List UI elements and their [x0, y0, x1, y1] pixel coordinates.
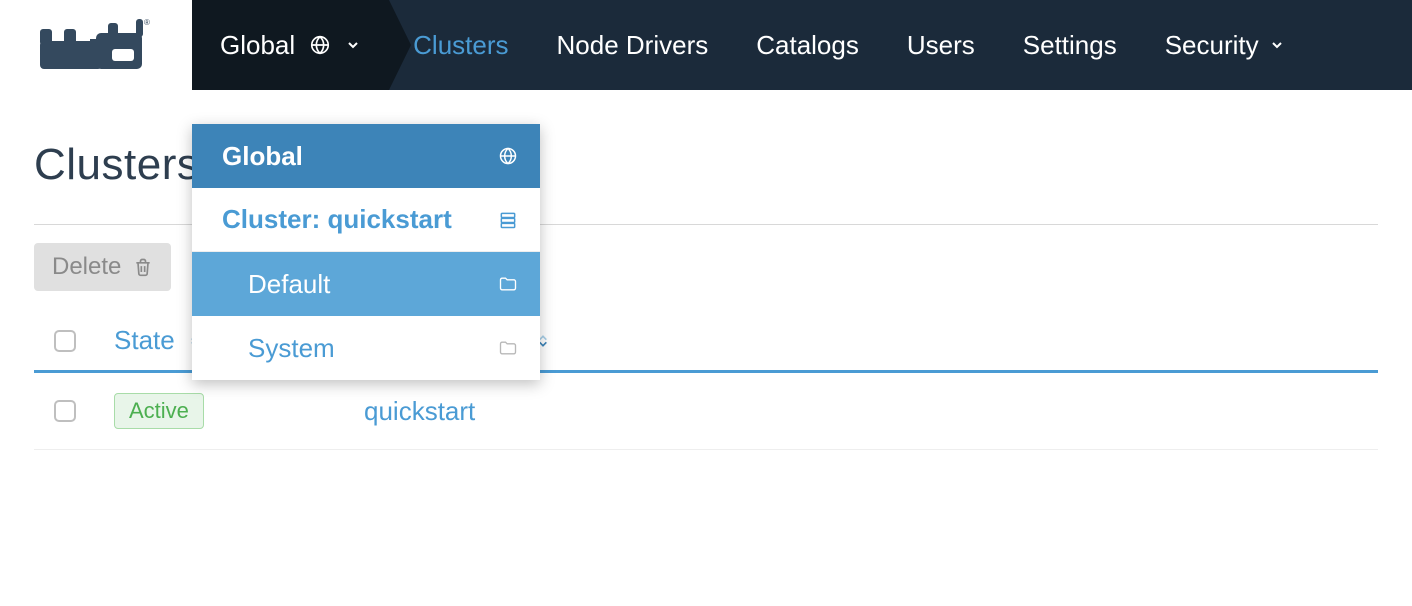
column-state-label: State	[114, 325, 175, 356]
scope-selector[interactable]: Global	[192, 0, 389, 90]
nav-item-label: Catalogs	[756, 30, 859, 61]
trash-icon	[133, 256, 153, 278]
globe-icon	[309, 34, 331, 56]
rancher-logo-icon: ®	[36, 15, 156, 75]
dropdown-global-label: Global	[222, 141, 303, 172]
dropdown-cluster-label: Cluster: quickstart	[222, 204, 452, 235]
chevron-down-icon	[1269, 37, 1285, 53]
scope-dropdown: Global Cluster: quickstart Default Syste…	[192, 124, 540, 380]
nav-settings[interactable]: Settings	[999, 0, 1141, 90]
navbar: ® Global Clusters Node Drivers Catalogs	[0, 0, 1412, 90]
nav-item-label: Clusters	[413, 30, 508, 61]
dropdown-project-label: System	[248, 333, 335, 364]
dropdown-project-system[interactable]: System	[192, 316, 540, 380]
svg-text:®: ®	[144, 18, 150, 27]
nav-links: Global Clusters Node Drivers Catalogs Us…	[192, 0, 1412, 90]
globe-icon	[498, 146, 518, 166]
status-badge: Active	[114, 393, 204, 429]
nav-item-label: Node Drivers	[557, 30, 709, 61]
table-row: Active quickstart	[34, 373, 1378, 450]
server-icon	[498, 210, 518, 230]
chevron-down-icon	[345, 37, 361, 53]
nav-node-drivers[interactable]: Node Drivers	[533, 0, 733, 90]
delete-button[interactable]: Delete	[34, 243, 171, 291]
dropdown-cluster[interactable]: Cluster: quickstart	[192, 188, 540, 252]
nav-item-label: Security	[1165, 30, 1259, 61]
dropdown-project-label: Default	[248, 269, 330, 300]
folder-icon	[498, 338, 518, 358]
nav-catalogs[interactable]: Catalogs	[732, 0, 883, 90]
nav-item-label: Settings	[1023, 30, 1117, 61]
select-all-checkbox[interactable]	[54, 330, 76, 352]
nav-item-label: Users	[907, 30, 975, 61]
delete-button-label: Delete	[52, 253, 121, 281]
dropdown-project-default[interactable]: Default	[192, 252, 540, 316]
cluster-name-link[interactable]: quickstart	[364, 396, 475, 427]
dropdown-global[interactable]: Global	[192, 124, 540, 188]
scope-label: Global	[220, 30, 295, 61]
folder-icon	[498, 274, 518, 294]
nav-users[interactable]: Users	[883, 0, 999, 90]
nav-security[interactable]: Security	[1141, 0, 1309, 90]
logo[interactable]: ®	[0, 0, 192, 90]
row-checkbox[interactable]	[54, 400, 76, 422]
